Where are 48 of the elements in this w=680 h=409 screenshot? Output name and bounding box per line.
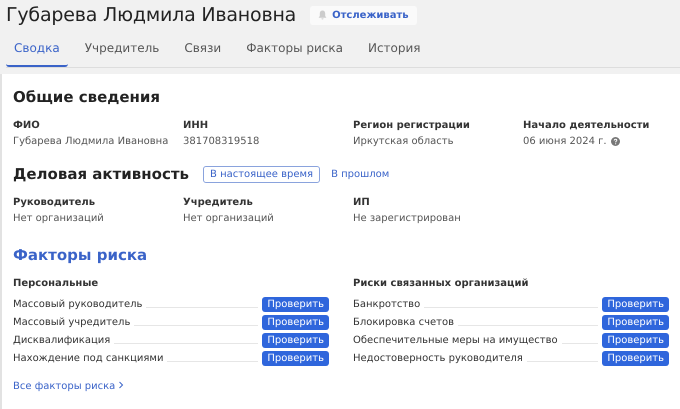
field-label: Начало деятельности <box>523 120 650 131</box>
field-label: Руководитель <box>13 197 96 208</box>
risk-label: Массовый учредитель <box>13 316 130 328</box>
tab[interactable]: Факторы риска <box>238 34 351 67</box>
check-button[interactable]: Проверить <box>602 314 669 330</box>
help-icon[interactable] <box>610 137 620 146</box>
field-value: 381708319518 <box>183 136 260 147</box>
risk-label: Нахождение под санкциями <box>13 352 164 364</box>
field-label: ИНН <box>183 120 210 131</box>
risk-label: Обеспечительные меры на имущество <box>353 334 558 346</box>
field-value: 06 июня 2024 г. <box>523 136 607 147</box>
check-button[interactable]: Проверить <box>262 350 329 366</box>
risk-label: Банкротство <box>353 298 420 310</box>
group-title: Риски связанных организаций <box>353 278 530 289</box>
risk-label: Массовый руководитель <box>13 298 142 310</box>
risk-label: Дисквалификация <box>13 334 110 346</box>
all-risks-link[interactable]: Все факторы риска <box>13 381 124 392</box>
field-label: Учредитель <box>183 197 254 208</box>
field-value: Не зарегистрирован <box>353 213 461 224</box>
field-label: ИП <box>353 197 371 208</box>
tab[interactable]: Учредитель <box>76 34 168 67</box>
field-value: Нет организаций <box>13 213 104 224</box>
period-toggle[interactable]: В настоящее время <box>203 166 320 182</box>
bell-icon <box>318 10 328 20</box>
field-value: Губарева Людмила Ивановна <box>13 136 168 147</box>
risk-label: Недостоверность руководителя <box>353 352 523 364</box>
field-label: Регион регистрации <box>353 120 471 131</box>
field-value: Иркутская область <box>353 136 454 147</box>
field-label: ФИО <box>13 120 41 131</box>
risk-label: Блокировка счетов <box>353 316 454 328</box>
field-value: Нет организаций <box>183 213 274 224</box>
check-button[interactable]: Проверить <box>602 332 669 348</box>
person-name: Губарева Людмила Ивановна <box>6 4 296 26</box>
tab[interactable]: Сводка <box>6 34 68 67</box>
follow-button[interactable]: Отслеживать <box>310 6 417 24</box>
group-title: Персональные <box>13 278 100 289</box>
check-button[interactable]: Проверить <box>602 350 669 366</box>
check-button[interactable]: Проверить <box>602 296 669 312</box>
section-title: Деловая активность <box>13 165 190 183</box>
tab[interactable]: История <box>360 34 429 67</box>
check-button[interactable]: Проверить <box>262 332 329 348</box>
section-title: Общие сведения <box>13 88 162 106</box>
check-button[interactable]: Проверить <box>262 314 329 330</box>
period-toggle[interactable]: В прошлом <box>324 166 396 182</box>
section-title: Факторы риска <box>13 246 148 264</box>
chevron-icon <box>118 381 124 389</box>
check-button[interactable]: Проверить <box>262 296 329 312</box>
tab[interactable]: Связи <box>176 34 230 67</box>
